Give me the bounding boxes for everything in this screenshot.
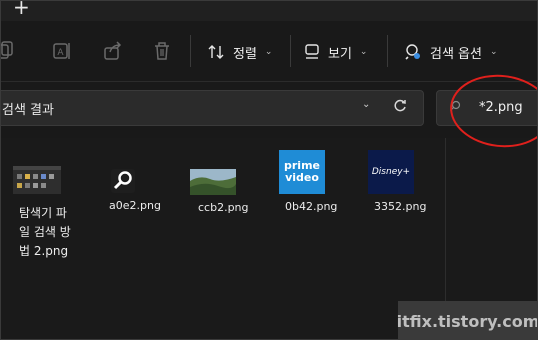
file-name: 탐색기 파일 검색 방법 2.png: [19, 206, 71, 258]
command-bar: A 정렬 ⌄ 보기 ⌄ 검색 옵션 ⌄: [1, 21, 537, 82]
disney-text: Disney+: [371, 167, 411, 177]
toolbar-separator: [190, 35, 191, 67]
file-name: ccb2.png: [198, 201, 249, 214]
sort-menu-button[interactable]: 정렬 ⌄: [207, 41, 272, 63]
address-row: 검색 결과 ⌄ *2.png: [1, 82, 537, 138]
copy-icon[interactable]: [0, 40, 17, 62]
search-options-icon: [405, 44, 420, 60]
chevron-down-icon: ⌄: [264, 47, 273, 57]
search-options-label: 검색 옵션: [430, 46, 482, 62]
file-name: a0e2.png: [109, 199, 161, 212]
search-input[interactable]: *2.png: [436, 90, 537, 126]
toolbar-separator: [290, 35, 291, 67]
screenshot-thumbnail: [13, 166, 61, 194]
tab-strip: +: [1, 1, 537, 21]
chevron-down-icon: ⌄: [489, 47, 498, 57]
address-text: 검색 결과: [2, 103, 54, 118]
file-name: 3352.png: [374, 200, 427, 213]
new-tab-button[interactable]: +: [13, 1, 30, 17]
svg-text:A: A: [57, 48, 64, 58]
view-menu-button[interactable]: 보기 ⌄: [304, 41, 367, 63]
refresh-icon[interactable]: [392, 98, 408, 114]
share-icon[interactable]: [102, 40, 124, 62]
file-item[interactable]: a0e2.png: [107, 166, 169, 213]
watermark: itfix.tistory.com: [397, 301, 537, 339]
file-item[interactable]: ccb2.png: [190, 166, 252, 215]
file-explorer-window: + A 정렬 ⌄ 보기 ⌄ 검색 옵션 ⌄ 검색 결과 ⌄ *2.png 탐색기…: [0, 0, 538, 340]
search-query: *2.png: [479, 100, 523, 115]
disney-plus-thumbnail: Disney+: [368, 150, 414, 194]
sort-icon: [208, 45, 224, 59]
file-item[interactable]: prime video 0b42.png: [279, 150, 341, 214]
file-item[interactable]: Disney+ 3352.png: [368, 150, 430, 214]
view-label: 보기: [328, 46, 352, 62]
search-icon: [450, 100, 461, 111]
video-text: video: [285, 171, 319, 184]
file-item[interactable]: 탐색기 파일 검색 방법 2.png: [11, 166, 73, 261]
chevron-down-icon: ⌄: [359, 47, 368, 57]
search-options-button[interactable]: 검색 옵션 ⌄: [404, 41, 498, 63]
magnifier-thumbnail: [111, 169, 135, 193]
toolbar-separator: [387, 35, 388, 67]
landscape-thumbnail: [190, 169, 236, 195]
view-icon: [305, 44, 319, 59]
address-bar[interactable]: 검색 결과 ⌄: [1, 90, 424, 126]
delete-icon[interactable]: [151, 40, 173, 62]
file-name: 0b42.png: [285, 200, 338, 213]
sort-label: 정렬: [233, 46, 257, 62]
prime-video-thumbnail: prime video: [279, 150, 325, 194]
address-history-chevron-icon[interactable]: ⌄: [362, 99, 370, 110]
rename-icon[interactable]: A: [52, 40, 74, 62]
